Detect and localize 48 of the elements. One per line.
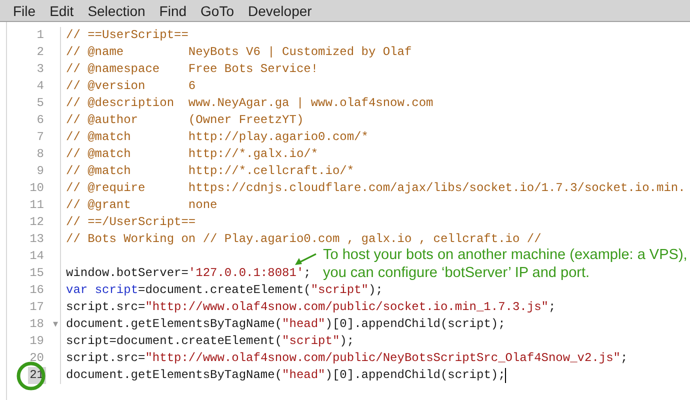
- arrow-icon: [293, 251, 318, 268]
- line-number: 7: [36, 129, 45, 146]
- line-number: 10: [28, 180, 45, 197]
- code-line: // @grant none: [65, 197, 218, 214]
- code-line: // @name NeyBots V6 | Customized by Olaf: [65, 44, 412, 61]
- line-number: 14: [28, 248, 45, 265]
- line-number: 1: [36, 27, 45, 44]
- code-line: // @description www.NeyAgar.ga | www.olaf4snow.com: [65, 95, 434, 112]
- line-number: 9: [36, 163, 45, 180]
- code-line: window.botServer='127.0.0.1:8081';: [65, 265, 311, 282]
- code-line: // Bots Working on // Play.agario0.com , galx.io , cellcraft.io //: [65, 231, 542, 248]
- line-number: 15: [28, 265, 45, 282]
- line-number: 4: [36, 78, 45, 95]
- line-number: 16: [28, 282, 45, 299]
- code-line: script.src="http://www.olaf4snow.com/public/socket.io.min_1.7.3.js";: [65, 299, 556, 316]
- code-line: // @match http://*.cellcraft.io/*: [65, 163, 354, 180]
- menu-item[interactable]: Developer: [242, 0, 317, 20]
- code-line: // @match http://*.galx.io/*: [65, 146, 318, 163]
- line-number: 2: [36, 44, 45, 61]
- code-line: // @version 6: [65, 78, 196, 95]
- code-line: // ==/UserScript==: [65, 214, 196, 231]
- code-line: script.src="http://www.olaf4snow.com/public/NeyBotsScriptSrc_Olaf4Snow_v2.js";: [65, 350, 628, 367]
- line-number: 20: [28, 350, 45, 367]
- line-number: 11: [28, 197, 45, 214]
- line-number: 13: [28, 231, 45, 248]
- code-line: // @author (Owner FreetzYT): [65, 112, 304, 129]
- code-line: // @require https://cdnjs.cloudflare.com/ajax/libs/socket.io/1.7.3/socket.io.min.: [65, 180, 686, 197]
- annotation-text: To host your bots on another machine (example: a VPS), you can configure ‘botServer’ IP and port.: [323, 246, 688, 282]
- code-line: document.getElementsByTagName("head")[0].appendChild(script);: [65, 316, 506, 333]
- menu-item[interactable]: File: [8, 0, 41, 20]
- menu-item[interactable]: GoTo: [196, 0, 239, 20]
- line-number: 12: [28, 214, 45, 231]
- code-line: script=document.createElement("script");: [65, 333, 354, 350]
- line-number: 5: [36, 95, 45, 112]
- line-number: 19: [28, 333, 45, 350]
- code-line: // @namespace Free Bots Service!: [65, 61, 318, 78]
- menu-item[interactable]: Selection: [82, 0, 150, 20]
- code-line: var script=document.createElement("script");: [65, 282, 383, 299]
- code-line: document.getElementsByTagName("head")[0].appendChild(script);: [65, 367, 506, 384]
- menu-item[interactable]: Edit: [44, 0, 79, 20]
- line-number: 6: [36, 112, 45, 129]
- menu-item[interactable]: Find: [154, 0, 192, 20]
- code-line: // @match http://play.agario0.com/*: [65, 129, 368, 146]
- line-number: 18: [28, 316, 45, 333]
- line-number: 17: [28, 299, 45, 316]
- line-number: 3: [36, 61, 45, 78]
- line-number: 8: [36, 146, 45, 163]
- code-line: // ==UserScript==: [65, 27, 188, 44]
